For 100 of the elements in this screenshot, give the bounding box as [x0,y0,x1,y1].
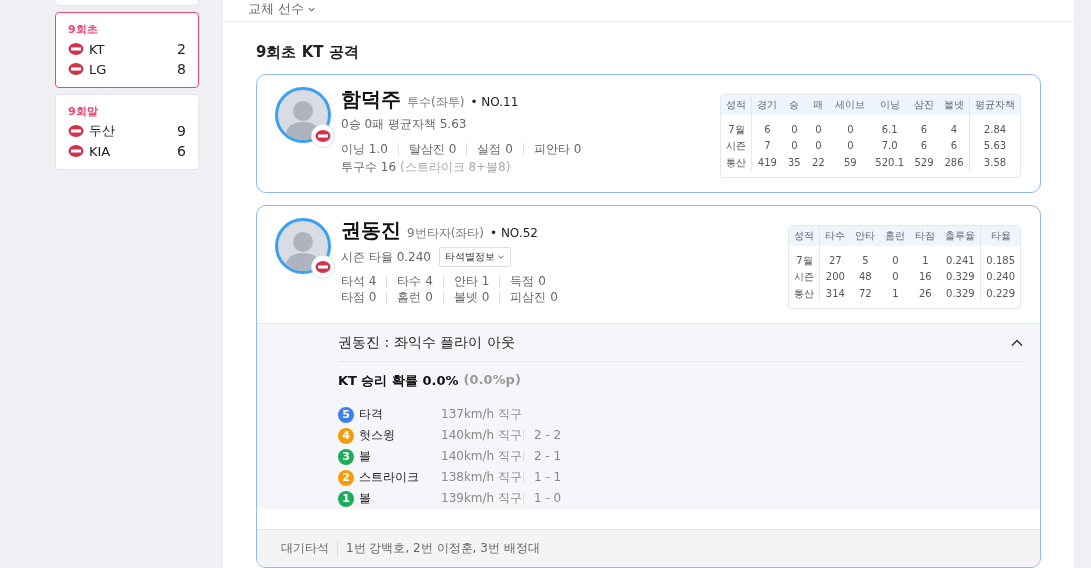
stat-text: 홈런 0 [386,291,443,304]
stat-text: 타점 0 [341,291,378,304]
pitch-speed: 139km/h 직구 [441,490,523,507]
table-cell-text: 48 [858,270,873,285]
team-name: 두산 [89,122,116,140]
table-cell-text: 0 [790,122,799,137]
column-header: 출루율 [940,226,981,246]
table-cell: 0.185 [980,246,1020,270]
column-header: 삼진 [909,95,939,115]
table-cell: 3.58 [969,154,1020,171]
table-cell-text: 6.1 [880,122,899,137]
pitch-result: 볼 [359,448,372,465]
column-header: 타점 [910,226,941,246]
table-cell-text: 0.329 [945,286,976,301]
pitch-result: 볼 [359,490,372,507]
pitch-result: 헛스윙 [359,427,396,444]
table-cell: 419 [751,154,783,171]
player-number: • NO.11 [470,95,519,109]
play-title: 권동진 : 좌익수 플라이 아웃 [338,333,515,352]
column-header: 승 [782,95,807,115]
team-name: KIA [89,143,112,159]
player-name: 권동진 [341,217,401,244]
table-cell-text: 520.1 [874,155,905,170]
column-header: 성적 [789,226,820,246]
stat-text: 타수 4 [386,275,443,288]
column-header: 이닝 [870,95,909,115]
game-card[interactable]: 9회초 KT 2 LG 8 [55,12,199,88]
table-cell-text: 통산 [793,286,816,301]
pitch-speed: 137km/h 직구 [441,406,523,423]
team-score: 9 [177,123,186,139]
pitch-number: 1 [338,490,354,507]
team-score: 2 [177,41,186,57]
pitch-number: 2 [338,469,354,486]
caret-icon [497,253,505,261]
pitch-result: 타격 [359,406,384,423]
table-cell-text: 0 [790,139,799,154]
column-header: 세이브 [830,95,871,115]
table-cell: 7 [751,138,783,155]
column-header: 볼넷 [939,95,969,115]
pitch-number: 3 [338,448,354,465]
stat-text: 실점 0 [466,143,523,156]
stat-text: 볼넷 0 [442,291,500,304]
ball-count: 1 - 0 [523,493,562,504]
section-title: 9회초 KT 공격 [256,43,360,62]
table-cell: 6 [751,115,783,139]
team-logo-icon [68,144,84,158]
table-cell-text: 5 [861,253,870,268]
team-score: 8 [177,61,186,77]
inning-label: 9회말 [68,104,99,119]
table-cell-text: 1 [921,253,930,268]
team-name: KT [89,41,106,57]
ball-count: 1 - 1 [523,472,562,483]
table-cell-text: 0.329 [945,270,976,285]
table-cell-text: 0 [814,139,823,154]
table-cell-text: 6 [919,139,929,154]
table-cell-text: 0.241 [945,253,976,268]
column-header: 안타 [850,226,881,246]
table-cell-text: 시즌 [725,139,748,154]
table-cell-text: 16 [918,270,933,285]
stat-text: 피삼진 0 [499,291,568,304]
waiting-batters: 1번 강백호, 2번 이정훈, 3번 배정대 [337,540,540,557]
column-header: 홈런 [880,226,911,246]
table-cell: 27 [819,246,851,270]
table-cell-text: 72 [858,286,873,301]
filter-dropdown[interactable]: 교체 선수 [248,2,317,16]
stat-text: 이닝 1.0 [341,143,389,156]
table-cell: 314 [819,285,851,302]
table-cell-text: 0 [891,253,900,268]
table-cell-text: 35 [787,155,802,170]
at-bat-info-button[interactable]: 타석별정보 [439,247,511,267]
table-cell-text: 7월 [795,253,814,268]
table-cell-text: 통산 [725,155,748,170]
table-cell-text: 26 [918,286,933,301]
pitch-number: 4 [338,427,354,444]
table-cell-text: 286 [943,155,965,170]
team-logo-icon [68,62,84,76]
team-name: LG [89,61,108,77]
team-score: 6 [177,143,186,159]
player-number: • NO.52 [490,226,538,240]
column-header: 패 [806,95,831,115]
table-cell-text: 7.0 [880,139,899,154]
player-role: 투수(좌투) [407,94,465,111]
column-header: 타율 [980,226,1020,246]
season-average: 시즌 타율 0.240 [341,248,431,266]
table-cell: 0.240 [980,269,1020,286]
table-cell-text: 0 [846,139,855,154]
game-card[interactable]: 9회말 두산 9 KIA 6 [55,94,199,170]
team-logo-icon [68,42,84,56]
stat-text: 안타 1 [442,275,500,288]
stat-text: 피안타 0 [522,143,592,156]
stat-text: 타석 4 [341,275,378,288]
pitch-speed: 140km/h 직구 [441,427,523,444]
column-header: 평균자책 [969,95,1020,115]
table-cell-text: 4 [949,122,959,137]
stat-text: 탈삼진 0 [397,143,467,156]
table-cell-text: 시즌 [793,270,816,285]
pitcher-record: 0승 0패 평균자책 5.63 [341,116,467,133]
pitch-speed: 140km/h 직구 [441,448,523,465]
pitch-speed: 138km/h 직구 [441,469,523,486]
table-cell-text: 1 [891,286,900,301]
